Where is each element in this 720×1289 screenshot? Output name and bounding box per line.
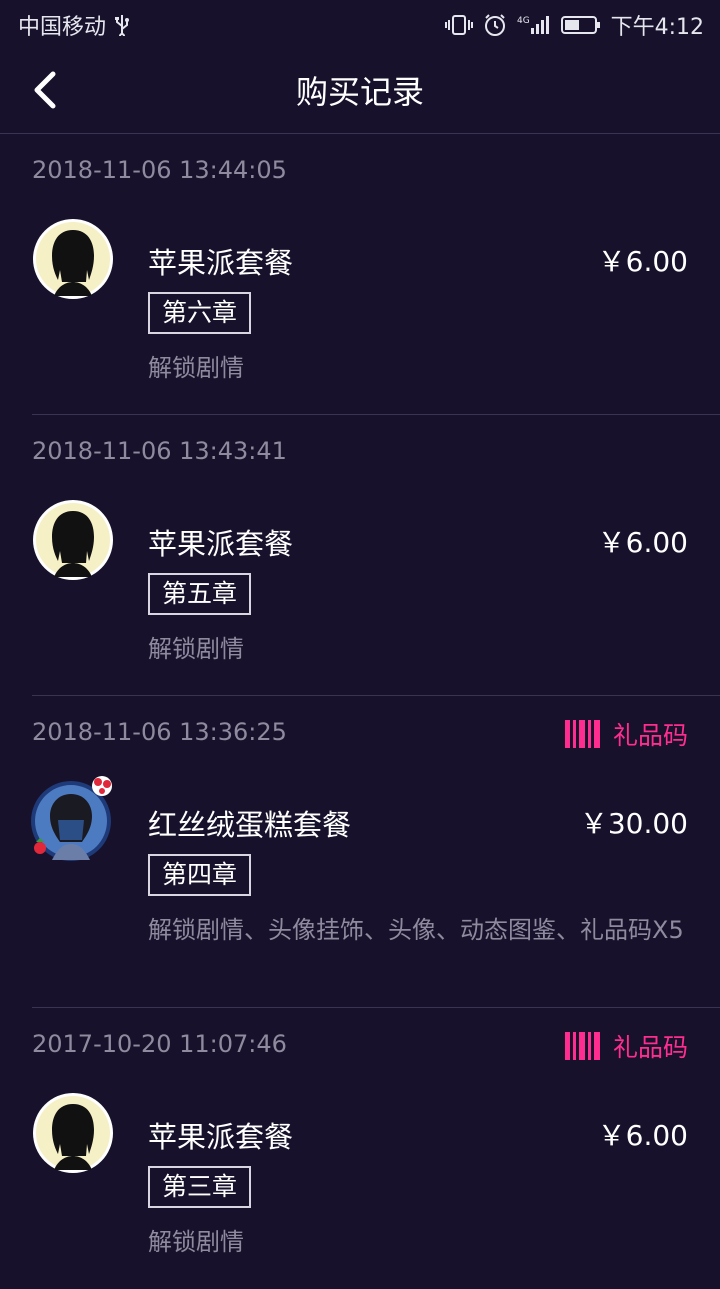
gift-code-button[interactable]: 礼品码 [564,1028,688,1064]
status-bar: 中国移动 4G 下午4:12 [0,0,720,50]
avatar [32,218,114,300]
record-description: 解锁剧情 [148,354,244,382]
status-bar-right: 4G 下午4:12 [444,9,704,41]
purchase-record: 2017-10-20 11:07:46 礼品码 苹果派套餐 ￥6.00 第三章 … [32,1008,720,1289]
record-description: 解锁剧情 [148,635,244,663]
avatar [31,776,114,862]
vibrate-icon [444,14,473,36]
purchase-record: 2018-11-06 13:44:05 苹果派套餐 ￥6.00 第六章 解锁剧情 [32,134,720,415]
record-date: 2018-11-06 13:44:05 [32,156,287,184]
avatar [32,499,114,581]
status-bar-left: 中国移动 [18,9,130,41]
page-title: 购买记录 [295,73,424,111]
record-date: 2017-10-20 11:07:46 [32,1030,287,1058]
barcode-icon [564,1032,600,1060]
price-label: ￥6.00 [597,526,688,559]
chapter-tag: 第三章 [148,1166,252,1208]
usb-icon [114,14,130,36]
record-header: 2018-11-06 13:44:05 [32,134,720,212]
gift-code-button[interactable]: 礼品码 [564,716,688,752]
gift-code-label: 礼品码 [612,721,688,750]
back-button[interactable] [20,64,72,116]
carrier-label: 中国移动 [18,15,107,40]
price-label: ￥6.00 [597,245,688,278]
purchase-record: 2018-11-06 13:43:41 苹果派套餐 ￥6.00 第五章 解锁剧情 [32,415,720,696]
signal-icon: 4G [517,14,551,36]
barcode-icon [564,720,600,748]
record-header: 2017-10-20 11:07:46 礼品码 [32,1008,720,1086]
record-header: 2018-11-06 13:43:41 [32,415,720,493]
record-header: 2018-11-06 13:36:25 礼品码 [32,696,720,774]
package-name: 苹果派套餐 [148,246,294,280]
clock-label: 下午4:12 [610,15,704,40]
price-label: ￥6.00 [597,1119,688,1152]
record-date: 2018-11-06 13:43:41 [32,437,287,465]
chapter-tag: 第五章 [148,573,252,615]
package-name: 苹果派套餐 [148,1120,294,1154]
alarm-icon [483,13,507,37]
package-name: 红丝绒蛋糕套餐 [148,808,352,842]
purchase-record: 2018-11-06 13:36:25 礼品码 红丝绒蛋糕套餐 ￥30.00 第… [31,696,720,1008]
record-description: 解锁剧情 [148,1228,244,1256]
chevron-left-icon [34,71,56,109]
svg-text:4G: 4G [517,16,530,26]
avatar [32,1092,114,1174]
record-description: 解锁剧情、头像挂饰、头像、动态图鉴、礼品码X5 [148,916,684,944]
package-name: 苹果派套餐 [148,527,294,561]
top-navigation-bar: 购买记录 [0,50,720,134]
chapter-tag: 第四章 [148,854,252,896]
purchase-record-list: 2018-11-06 13:44:05 苹果派套餐 ￥6.00 第六章 解锁剧情… [0,134,720,1289]
record-date: 2018-11-06 13:36:25 [32,718,287,746]
chapter-tag: 第六章 [148,292,252,334]
battery-icon [560,14,601,36]
gift-code-label: 礼品码 [612,1033,688,1062]
price-label: ￥30.00 [579,807,688,840]
